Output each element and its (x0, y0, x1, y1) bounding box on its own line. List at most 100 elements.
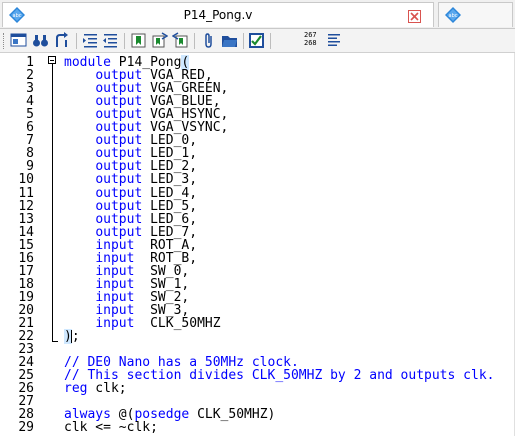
fold-collapse-icon[interactable] (48, 56, 56, 64)
line-number: 29 (18, 420, 34, 436)
line-number: 15 (18, 237, 34, 253)
line-number: 2 (26, 68, 34, 84)
line-number: 22 (18, 329, 34, 345)
toolbar-separator (76, 33, 77, 49)
toolbar-grip[interactable] (3, 33, 6, 49)
keyword-token: reg (64, 381, 88, 397)
svg-text:abc: abc (449, 13, 458, 19)
toolbar: 267 268 (0, 29, 515, 53)
comment-token: // This section divides CLK_50MHZ by 2 a… (64, 368, 495, 384)
code-token: clk <= ~clk; (64, 420, 158, 436)
code-editor[interactable]: 1 2 3 4 5 6 7 8 9 10 11 12 13 14 15 16 17 18 19 20 21 22 23 24 2… (0, 53, 515, 436)
code-line[interactable]: output LED_3, (64, 173, 197, 186)
line-number: 10 (18, 172, 34, 188)
code-line[interactable]: output VGA_VSYNC, (64, 121, 228, 134)
code-token: clk; (87, 381, 127, 397)
code-line[interactable]: // DE0 Nano has a 50MHz clock. (64, 356, 299, 369)
code-token: ; (71, 329, 80, 345)
goto-icon[interactable] (53, 32, 70, 49)
code-token: CLK_50MHZ (134, 316, 221, 331)
code-line[interactable]: always @(posedge CLK_50MHZ) (64, 408, 275, 421)
line-number: 16 (18, 250, 34, 266)
bookmark-next-icon[interactable] (151, 32, 169, 49)
close-icon[interactable] (408, 8, 421, 23)
line-number: 13 (18, 211, 34, 227)
keyword-token: input (95, 316, 135, 331)
code-line[interactable]: output LED_1, (64, 147, 197, 160)
code-line[interactable]: input SW_1, (64, 278, 189, 291)
line-number: 26 (18, 381, 34, 397)
line-number: 5 (26, 107, 34, 123)
code-line[interactable]: output LED_6, (64, 213, 197, 226)
tab-p14-pong[interactable]: abc P14_Pong.v (2, 2, 434, 27)
line-number: 14 (18, 224, 34, 240)
fold-guide (52, 64, 53, 342)
code-line[interactable]: output LED_7, (64, 226, 197, 239)
code-line[interactable]: output LED_0, (64, 134, 197, 147)
line-number: 21 (18, 316, 34, 331)
word-count-bottom: 268 (304, 39, 317, 47)
check-icon[interactable] (248, 32, 265, 49)
line-number: 7 (26, 133, 34, 149)
line-number: 28 (18, 407, 34, 423)
word-count-top: 267 (304, 31, 317, 39)
code-line[interactable]: input SW_0, (64, 265, 189, 278)
line-number: 6 (26, 120, 34, 136)
line-number: 24 (18, 355, 34, 371)
code-line[interactable]: output VGA_HSYNC, (64, 108, 228, 121)
toolbar-separator (194, 33, 195, 49)
folder-icon[interactable] (221, 32, 238, 49)
line-number: 11 (18, 185, 34, 201)
list-icon[interactable] (326, 32, 343, 49)
line-number: 3 (26, 81, 34, 97)
line-number: 18 (18, 276, 34, 292)
line-number: 27 (18, 394, 34, 410)
code-line[interactable]: module P14_Pong( (64, 55, 190, 70)
code-line[interactable]: // This section divides CLK_50MHZ by 2 a… (64, 369, 494, 382)
line-number: 8 (26, 146, 34, 162)
bookmark-icon[interactable] (130, 32, 147, 49)
line-number: 19 (18, 289, 34, 305)
code-line[interactable]: ); (64, 329, 80, 345)
code-line[interactable]: input ROT_B, (64, 252, 197, 265)
line-number: 20 (18, 302, 34, 318)
indent-icon[interactable] (82, 32, 99, 49)
tab-second[interactable]: abc (438, 2, 513, 27)
code-line[interactable]: output VGA_RED, (64, 69, 212, 82)
toolbar-separator (270, 33, 271, 49)
code-line[interactable]: clk <= ~clk; (64, 421, 158, 434)
open-file-icon[interactable] (10, 32, 27, 49)
toolbar-separator (243, 33, 244, 49)
line-number-gutter: 1 2 3 4 5 6 7 8 9 10 11 12 13 14 15 16 17 18 19 20 21 22 23 24 2… (0, 53, 46, 436)
bookmark-prev-icon[interactable] (171, 32, 189, 49)
code-line[interactable]: output VGA_BLUE, (64, 95, 220, 108)
tab-bar: abc P14_Pong.v abc (0, 0, 515, 29)
unindent-icon[interactable] (102, 32, 119, 49)
code-line[interactable]: input CLK_50MHZ (64, 316, 221, 331)
line-number: 12 (18, 198, 34, 214)
code-line[interactable]: reg clk; (64, 382, 127, 395)
word-count-icon[interactable]: 267 268 (304, 31, 322, 47)
line-number: 17 (18, 263, 34, 279)
attach-icon[interactable] (200, 32, 217, 49)
line-number: 1 (26, 55, 34, 70)
code-line[interactable]: output LED_5, (64, 200, 197, 213)
toolbar-separator (124, 33, 125, 49)
code-line[interactable]: output LED_2, (64, 160, 197, 173)
code-line[interactable]: input SW_3, (64, 304, 189, 317)
code-line[interactable]: output VGA_GREEN, (64, 82, 228, 95)
line-number: 25 (18, 368, 34, 384)
code-area[interactable]: module P14_Pong( output VGA_RED, output … (64, 53, 515, 436)
line-number: 4 (26, 94, 34, 110)
line-number: 23 (18, 342, 34, 358)
tab-title: P14_Pong.v (183, 8, 253, 22)
code-line[interactable]: input SW_2, (64, 291, 189, 304)
fold-margin (46, 53, 60, 436)
line-number: 9 (26, 159, 34, 175)
abc-file-icon: abc (445, 7, 461, 23)
code-line[interactable]: input ROT_A, (64, 239, 197, 252)
code-token: CLK_50MHZ) (189, 407, 276, 423)
binoculars-icon[interactable] (32, 32, 49, 49)
fold-end (52, 341, 58, 342)
code-line[interactable]: output LED_4, (64, 187, 197, 200)
